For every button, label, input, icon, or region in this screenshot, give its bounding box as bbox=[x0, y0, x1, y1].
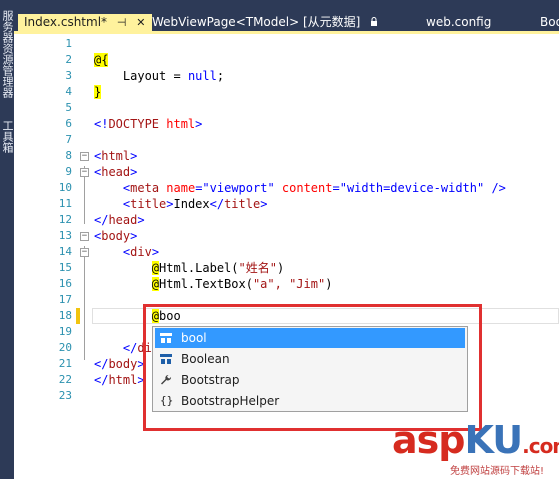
completion-item-boolean[interactable]: Boolean bbox=[155, 349, 465, 369]
fold-toggle-icon[interactable]: − bbox=[80, 232, 89, 241]
tab-label: WebViewPage<TModel> [从元数据] bbox=[152, 15, 361, 29]
code-line: Layout = null; bbox=[122, 69, 225, 83]
code-line: <head> bbox=[94, 165, 138, 179]
line-number: 9 bbox=[65, 165, 72, 178]
line-number: 6 bbox=[65, 117, 72, 130]
tab-label: Boo bbox=[540, 15, 559, 29]
code-line: </body> bbox=[94, 357, 145, 371]
completion-item-bootstrap[interactable]: Bootstrap bbox=[155, 370, 465, 390]
tab-boo[interactable]: Boo bbox=[534, 14, 559, 31]
line-number: 10 bbox=[58, 181, 72, 194]
tab-web-config[interactable]: web.config bbox=[420, 14, 516, 31]
line-number: 14 bbox=[58, 245, 72, 258]
code-line: <body> bbox=[94, 229, 138, 243]
active-tab-underline bbox=[14, 31, 559, 34]
tab-label: Index.cshtml* bbox=[24, 15, 108, 29]
line-number: 1 bbox=[65, 37, 72, 50]
fold-toggle-icon[interactable]: − bbox=[80, 152, 89, 161]
tab-index-cshtml[interactable]: Index.cshtml* ⊣ ✕ bbox=[18, 14, 152, 31]
line-number: 11 bbox=[58, 197, 72, 210]
type-icon bbox=[160, 333, 172, 343]
code-line: <html> bbox=[94, 149, 138, 163]
watermark: aspKU.com 免费网站源码下载站! bbox=[392, 418, 559, 477]
fold-guide bbox=[84, 246, 85, 360]
completion-label: Boolean bbox=[181, 352, 230, 366]
tab-label: web.config bbox=[426, 15, 492, 29]
tab-webviewpage[interactable]: WebViewPage<TModel> [从元数据] bbox=[146, 14, 402, 31]
namespace-icon: {} bbox=[160, 394, 174, 407]
line-number: 20 bbox=[58, 341, 72, 354]
line-number: 16 bbox=[58, 277, 72, 290]
watermark-subtitle: 免费网站源码下载站! bbox=[450, 466, 545, 477]
document-tab-bar: Index.cshtml* ⊣ ✕ WebViewPage<TModel> [从… bbox=[14, 0, 559, 31]
code-line: <!DOCTYPE html> bbox=[94, 117, 203, 131]
code-line: @Html.TextBox("a", "Jim") bbox=[151, 277, 333, 291]
line-number: 23 bbox=[58, 389, 72, 402]
line-number: 19 bbox=[58, 325, 72, 338]
completion-label: BootstrapHelper bbox=[181, 394, 280, 408]
left-tool-strip: 服务器资源管理器 工具箱 bbox=[0, 0, 14, 479]
line-number: 3 bbox=[65, 69, 72, 82]
server-explorer-tab[interactable]: 服务器资源管理器 bbox=[0, 10, 14, 98]
code-line: @Html.Label("姓名") bbox=[151, 261, 285, 275]
line-number: 21 bbox=[58, 357, 72, 370]
completion-label: bool bbox=[181, 331, 207, 345]
line-number: 12 bbox=[58, 213, 72, 226]
change-marker bbox=[76, 308, 80, 324]
code-line: </html> bbox=[94, 373, 145, 387]
completion-item-bootstraphelper[interactable]: {} BootstrapHelper bbox=[155, 391, 465, 411]
line-number: 7 bbox=[65, 133, 72, 146]
line-number: 15 bbox=[58, 261, 72, 274]
line-number: 4 bbox=[65, 85, 72, 98]
line-number: 18 bbox=[58, 309, 72, 322]
code-line: <title>Index</title> bbox=[122, 197, 268, 211]
fold-toggle-icon[interactable]: − bbox=[80, 248, 89, 257]
completion-label: Bootstrap bbox=[181, 373, 240, 387]
intellisense-popup[interactable]: bool Boolean Bootstrap {} BootstrapHelpe… bbox=[152, 326, 468, 412]
code-line: <div> bbox=[122, 245, 160, 259]
fold-toggle-icon[interactable]: − bbox=[80, 168, 89, 177]
watermark-logo: aspKU.com bbox=[392, 418, 559, 462]
type-icon bbox=[160, 354, 172, 364]
line-number: 5 bbox=[65, 101, 72, 114]
line-number: 22 bbox=[58, 373, 72, 386]
line-number: 17 bbox=[58, 293, 72, 306]
wrench-icon bbox=[161, 374, 172, 385]
toolbox-tab[interactable]: 工具箱 bbox=[0, 120, 14, 153]
code-line: @{ bbox=[94, 53, 109, 67]
code-line: } bbox=[94, 85, 102, 99]
line-number: 2 bbox=[65, 53, 72, 66]
code-line: </head> bbox=[94, 213, 145, 227]
code-line: <meta name="viewport" content="width=dev… bbox=[122, 181, 506, 195]
completion-item-bool[interactable]: bool bbox=[155, 328, 465, 348]
line-number: 13 bbox=[58, 229, 72, 242]
line-number: 8 bbox=[65, 149, 72, 162]
close-icon[interactable]: ✕ bbox=[136, 14, 145, 31]
pin-icon[interactable]: ⊣ bbox=[117, 14, 127, 31]
